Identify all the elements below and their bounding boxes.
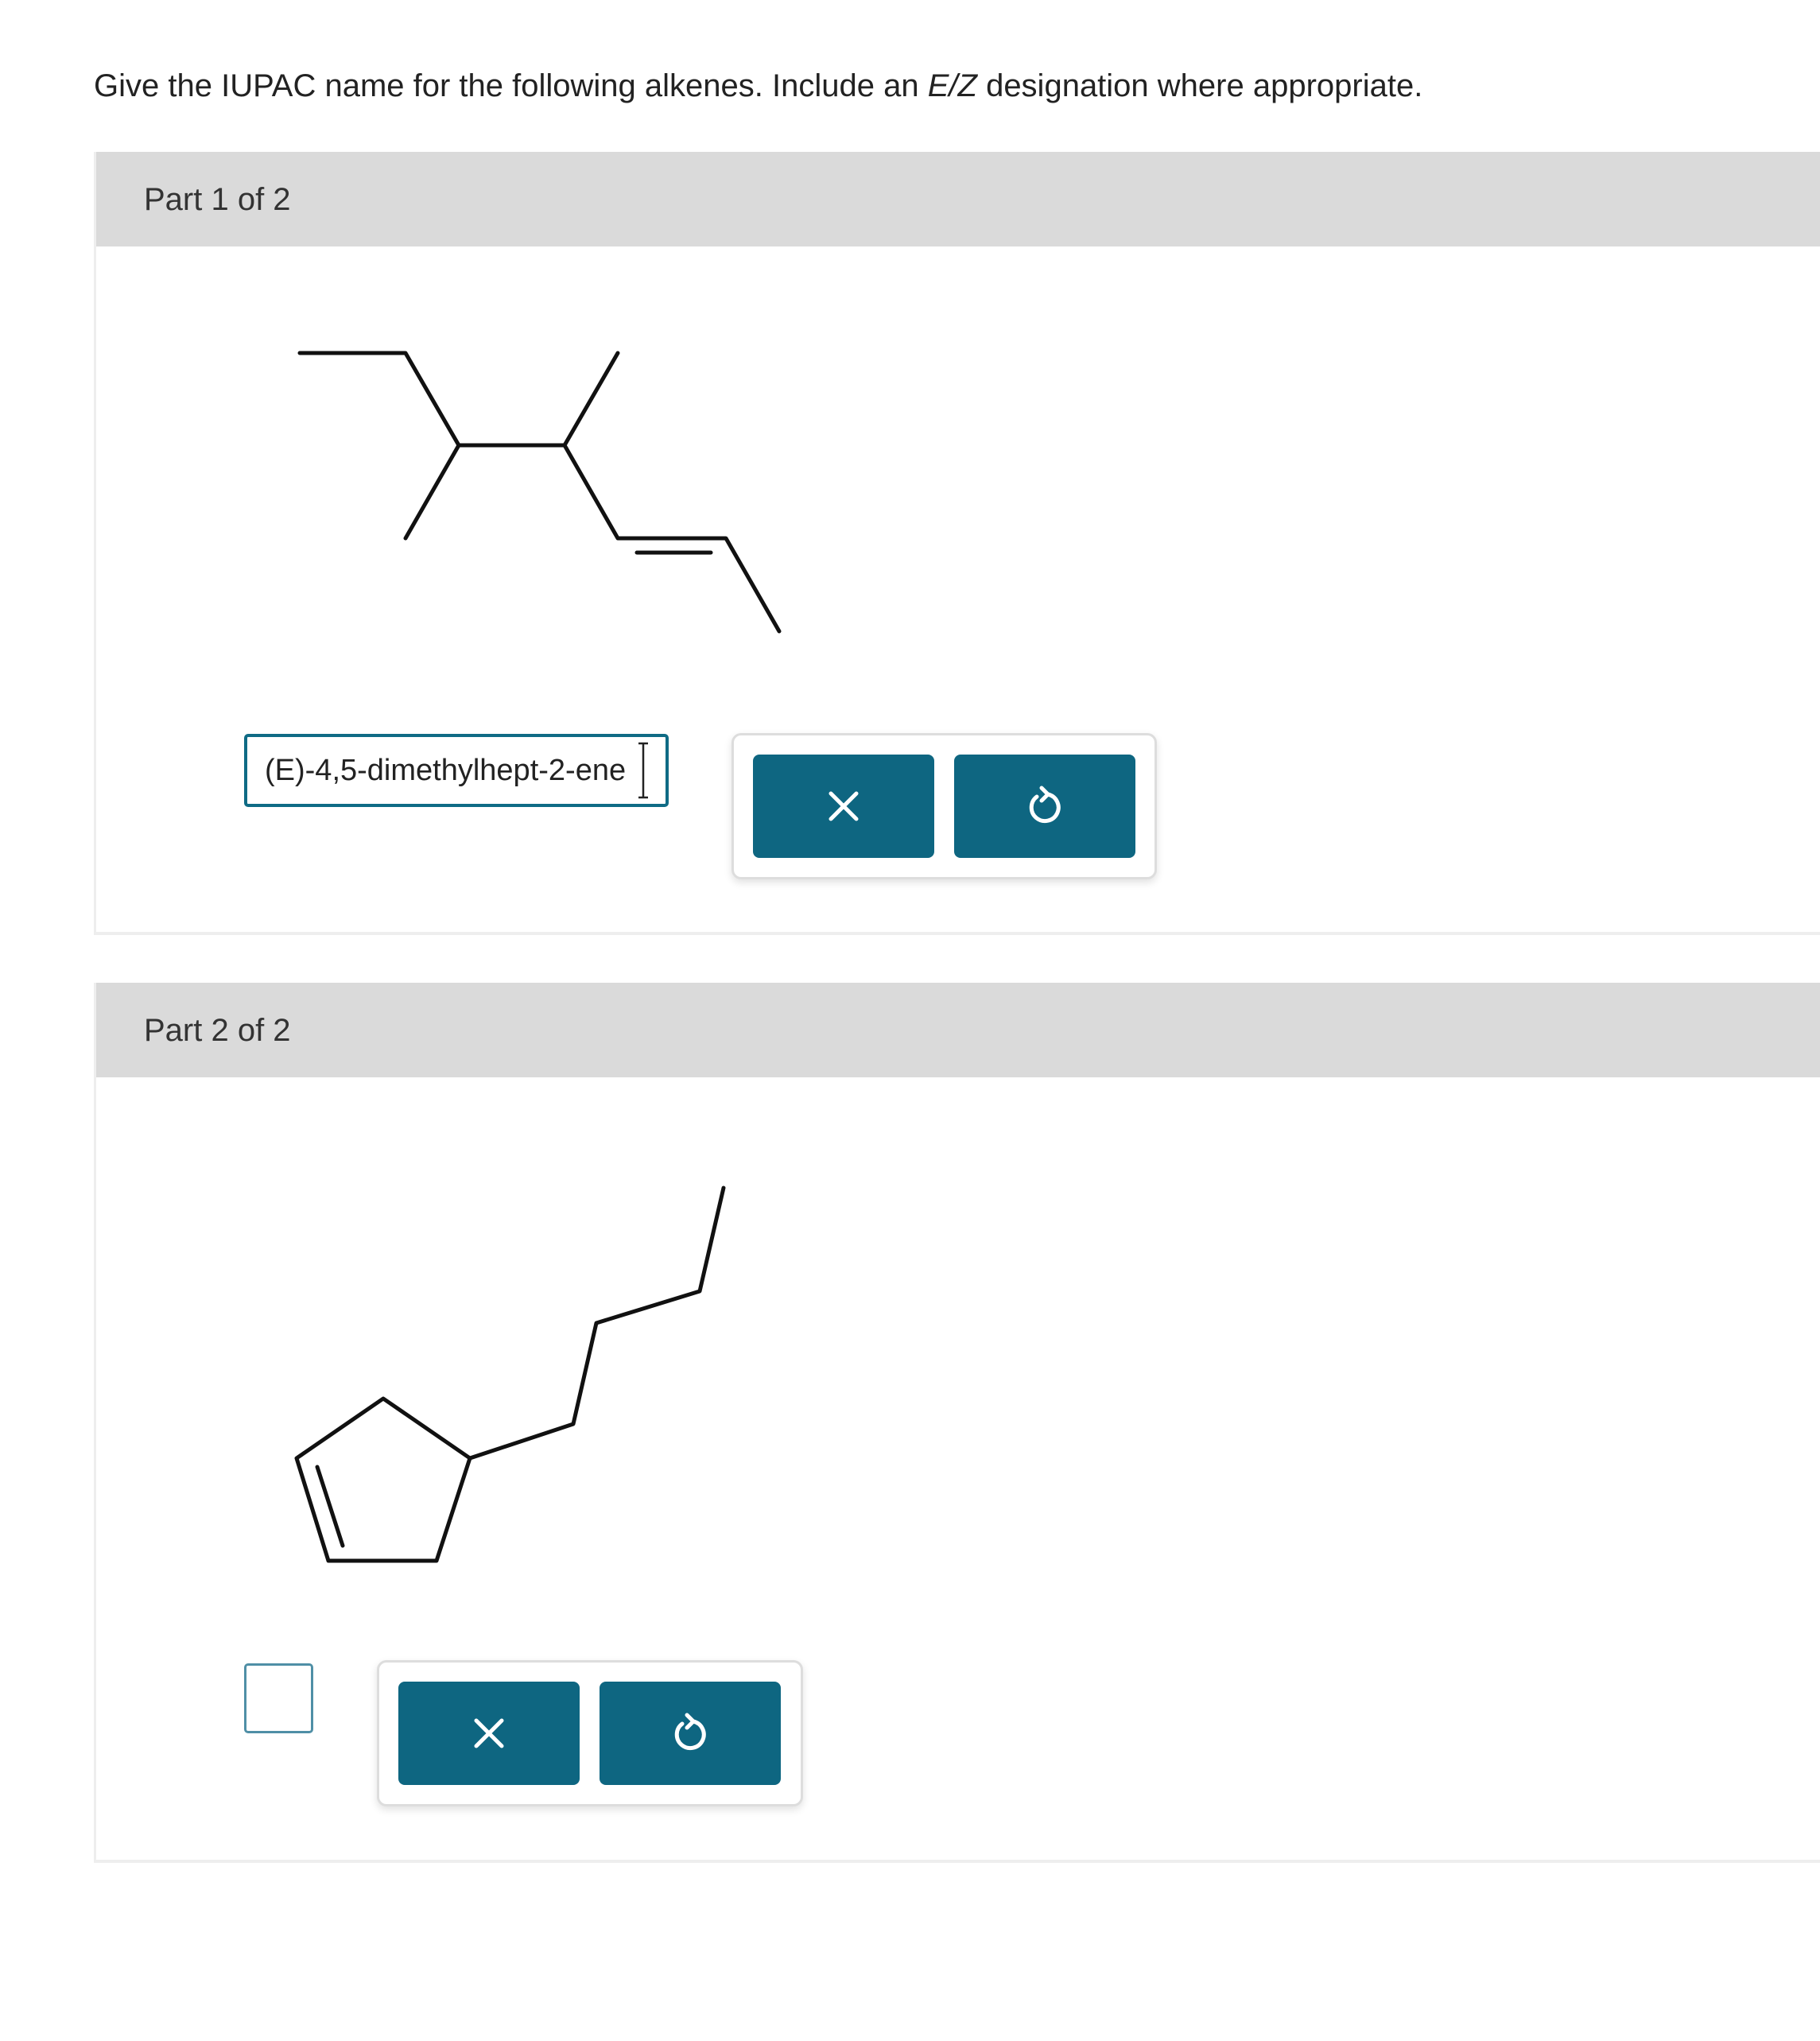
prompt-text-after: designation where appropriate.: [976, 68, 1423, 103]
prompt-text-before: Give the IUPAC name for the following al…: [94, 68, 928, 103]
close-icon: [474, 1718, 504, 1748]
part-1-panel: Part 1 of 2: [94, 152, 1820, 935]
part-2-panel: Part 2 of 2: [94, 983, 1820, 1863]
prompt-text-ez: E/Z: [927, 68, 977, 103]
part-2-button-panel: [377, 1660, 803, 1806]
part-1-reset-button[interactable]: [954, 755, 1135, 858]
part-2-clear-button[interactable]: [398, 1682, 580, 1785]
part-1-molecule-structure: [297, 351, 782, 634]
reset-icon: [674, 1713, 706, 1751]
text-cursor-icon: [638, 742, 648, 799]
close-icon: [829, 791, 859, 821]
question-prompt: Give the IUPAC name for the following al…: [94, 62, 1422, 110]
part-2-molecule-structure: [294, 1185, 726, 1563]
part-2-reset-button[interactable]: [600, 1682, 781, 1785]
reset-icon: [1029, 786, 1061, 824]
part-1-answer-input[interactable]: [244, 734, 669, 807]
part-1-button-panel: [731, 733, 1157, 879]
part-1-clear-button[interactable]: [753, 755, 934, 858]
part-2-answer-input[interactable]: [244, 1663, 313, 1733]
